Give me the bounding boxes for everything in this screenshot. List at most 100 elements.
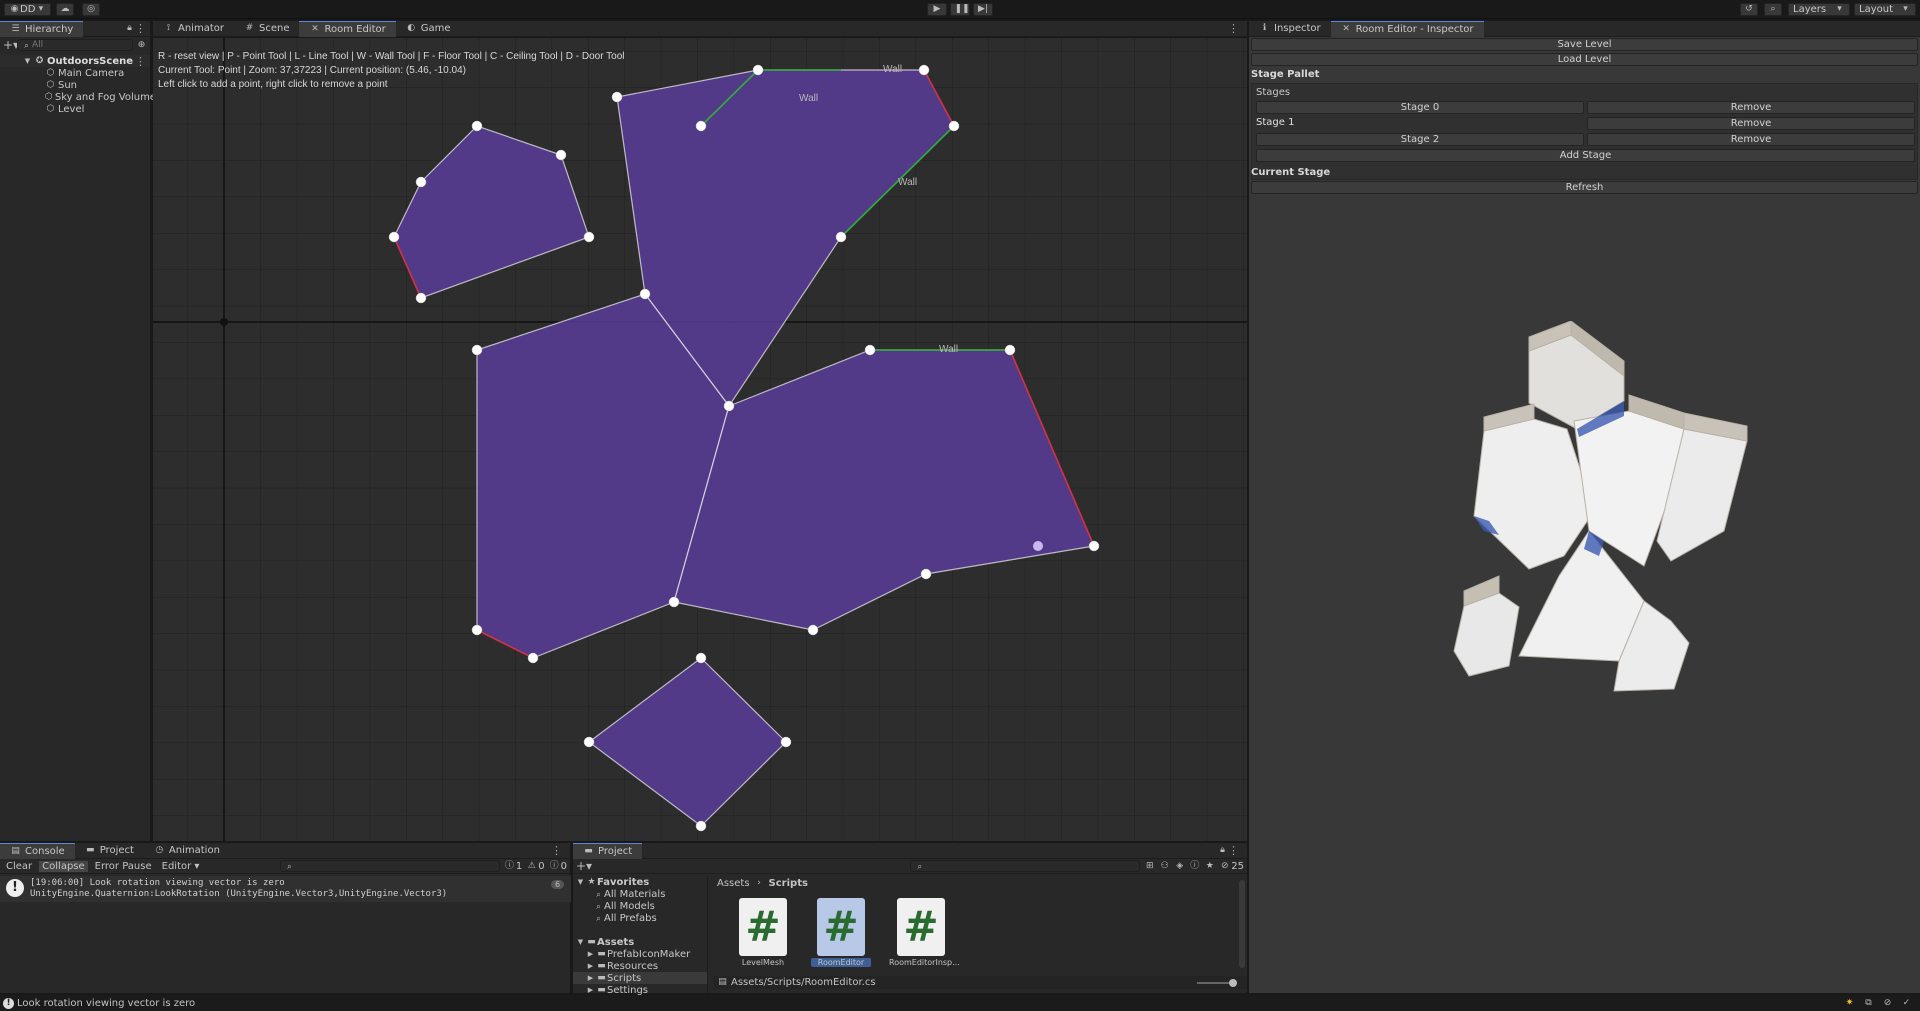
expand-arrow-icon[interactable]: ▶ bbox=[585, 949, 596, 960]
expand-arrow-icon[interactable]: ▶ bbox=[585, 961, 596, 972]
scrollbar[interactable] bbox=[1239, 880, 1245, 968]
account-dropdown[interactable]: ◉ DD ▾ bbox=[4, 3, 52, 16]
breadcrumb-item[interactable]: Assets bbox=[717, 878, 750, 889]
scene-row[interactable]: ▼ ✪ OutdoorsScene ⋮ bbox=[0, 55, 150, 68]
more-options-icon[interactable]: ⋮ bbox=[135, 22, 150, 35]
zoom-slider-handle[interactable] bbox=[1229, 978, 1237, 987]
filter-log-icon[interactable]: ⓘ bbox=[1189, 861, 1200, 872]
pause-button[interactable]: ❚❚ bbox=[950, 3, 970, 16]
hierarchy-item[interactable]: ⬡ Sun bbox=[0, 79, 150, 91]
stage-0-remove-button[interactable]: Remove bbox=[1587, 101, 1915, 114]
editor-dropdown[interactable]: Editor ▾ bbox=[159, 861, 203, 872]
error-pause-button[interactable]: Error Pause bbox=[92, 861, 155, 872]
favorite-item-label: All Prefabs bbox=[604, 912, 657, 924]
expand-arrow-icon[interactable]: ▼ bbox=[22, 56, 33, 67]
collab-button[interactable]: ◎ bbox=[82, 3, 100, 16]
chevron-down-icon: ▾ bbox=[1837, 4, 1842, 14]
collapse-button[interactable]: Collapse bbox=[39, 860, 88, 872]
tab-console[interactable]: ▤ Console bbox=[0, 842, 75, 859]
lock-icon[interactable]: 🔒︎ bbox=[1217, 845, 1228, 856]
warn-count-toggle[interactable]: ⚠ 0 bbox=[526, 861, 545, 872]
tab-inspector[interactable]: ℹ Inspector bbox=[1249, 21, 1331, 37]
step-button[interactable]: ▶| bbox=[973, 3, 993, 16]
favorite-item[interactable]: ⌕ All Prefabs bbox=[573, 912, 707, 924]
hierarchy-item[interactable]: ⬡ Sky and Fog Volume bbox=[0, 91, 156, 103]
stages-label: Stages bbox=[1256, 87, 1291, 98]
asset-file[interactable]: # LevelMesh bbox=[733, 898, 793, 967]
info-count-toggle[interactable]: ⓘ 1 bbox=[504, 861, 522, 872]
add-stage-button[interactable]: Add Stage bbox=[1256, 149, 1915, 162]
favorite-item[interactable]: ⌕ All Materials bbox=[573, 888, 707, 900]
hierarchy-item[interactable]: ⬡ Main Camera bbox=[0, 67, 150, 79]
tab-room-editor[interactable]: ✕ Room Editor bbox=[299, 20, 396, 37]
lock-icon[interactable]: 🔒︎ bbox=[124, 23, 135, 34]
tab-game[interactable]: ◐ Game bbox=[396, 21, 461, 37]
tab-project-main[interactable]: ▬ Project bbox=[573, 842, 643, 859]
play-button[interactable]: ▶ bbox=[927, 3, 947, 16]
filter-type-icon[interactable]: ⚇ bbox=[1159, 861, 1170, 872]
breadcrumb-item[interactable]: Scripts bbox=[769, 878, 808, 889]
hierarchy-item[interactable]: ⬡ Level bbox=[0, 103, 150, 115]
console-log-entry[interactable]: ! [19:06:00] Look rotation viewing vecto… bbox=[0, 876, 571, 902]
layers-dropdown[interactable]: Layers ▾ bbox=[1788, 3, 1850, 16]
filter-label-icon[interactable]: ◈ bbox=[1174, 861, 1185, 872]
expand-arrow-icon[interactable]: ▶ bbox=[585, 985, 596, 996]
room-editor-viewport[interactable]: Wall Wall Wall Wall R - reset view | P -… bbox=[153, 38, 1247, 841]
favorites-row[interactable]: ▼ ★ Favorites bbox=[573, 876, 707, 888]
error-count: 0 bbox=[560, 860, 567, 872]
expand-arrow-icon[interactable]: ▼ bbox=[575, 877, 586, 888]
stage-0-button[interactable]: Stage 0 bbox=[1256, 101, 1584, 114]
level-3d-preview[interactable] bbox=[1409, 321, 1809, 741]
error-count-toggle[interactable]: ⓘ 0 bbox=[549, 861, 567, 872]
more-options-icon[interactable]: ⋮ bbox=[1228, 844, 1247, 857]
tab-animator[interactable]: ⟟ Animator bbox=[153, 21, 234, 37]
more-options-icon[interactable]: ⋮ bbox=[551, 844, 570, 857]
no-debug-icon[interactable]: ⊘ bbox=[1882, 998, 1893, 1009]
more-options-icon[interactable]: ⋮ bbox=[1228, 22, 1247, 35]
vertex-point bbox=[835, 231, 847, 243]
clear-button[interactable]: Clear bbox=[3, 861, 35, 872]
expand-arrow-icon[interactable]: ▶ bbox=[585, 973, 596, 984]
stage-2-remove-button[interactable]: Remove bbox=[1587, 133, 1915, 146]
console-search-field[interactable]: ⌕ bbox=[279, 860, 500, 872]
search-button[interactable]: ⌕ bbox=[1764, 3, 1782, 16]
lighting-icon[interactable]: ✷ bbox=[1844, 998, 1855, 1009]
assets-row[interactable]: ▼ ▬ Assets bbox=[573, 936, 707, 948]
scene-options-icon[interactable]: ⋮ bbox=[135, 55, 150, 68]
add-icon[interactable]: +▾ bbox=[3, 39, 19, 51]
asset-file-selected[interactable]: # RoomEditor bbox=[811, 898, 871, 967]
asset-file[interactable]: # RoomEditorInsp... bbox=[889, 898, 960, 967]
stage-2-button[interactable]: Stage 2 bbox=[1256, 133, 1584, 146]
tab-animation[interactable]: ◷ Animation bbox=[144, 843, 230, 859]
add-icon[interactable]: +▾ bbox=[576, 860, 592, 872]
zoom-slider[interactable] bbox=[1197, 978, 1237, 987]
asset-folder[interactable]: ▶ ▬ PrefabIconMaker bbox=[573, 948, 707, 960]
tab-room-editor-inspector[interactable]: ✕ Room Editor - Inspector bbox=[1330, 20, 1484, 37]
tab-project[interactable]: ▬ Project bbox=[75, 843, 144, 859]
hidden-packages-toggle[interactable]: ⊘ 25 bbox=[1219, 861, 1244, 872]
save-level-button[interactable]: Save Level bbox=[1251, 38, 1918, 51]
cloud-button[interactable]: ☁ bbox=[56, 3, 74, 16]
network-icon[interactable]: ⧉ bbox=[1863, 998, 1874, 1009]
load-level-button[interactable]: Load Level bbox=[1251, 53, 1918, 66]
project-search-field[interactable]: ⌕ bbox=[910, 860, 1141, 872]
tab-scene[interactable]: # Scene bbox=[234, 21, 300, 37]
main-toolbar: ◉ DD ▾ ☁ ◎ ▶ ❚❚ ▶| ↺ ⌕ Layers ▾ Layout ▾ bbox=[0, 0, 1920, 19]
favorite-item[interactable]: ⌕ All Models bbox=[573, 900, 707, 912]
undo-history-button[interactable]: ↺ bbox=[1740, 3, 1758, 16]
favorite-star-icon[interactable]: ★ bbox=[1204, 861, 1215, 872]
stage-1-remove-button[interactable]: Remove bbox=[1587, 117, 1915, 130]
check-icon[interactable]: ✓ bbox=[1901, 998, 1912, 1009]
room-editor-canvas[interactable]: Wall Wall Wall Wall bbox=[153, 38, 1247, 841]
expand-arrow-icon[interactable]: ▼ bbox=[575, 937, 586, 948]
filter-icon[interactable]: ⊕ bbox=[136, 40, 147, 51]
refresh-button[interactable]: Refresh bbox=[1251, 181, 1918, 194]
asset-folder[interactable]: ▶ ▬ Resources bbox=[573, 960, 707, 972]
hierarchy-search-field[interactable]: ⌕ All bbox=[17, 39, 133, 51]
asset-folder-selected[interactable]: ▶ ▬ Scripts bbox=[573, 972, 707, 984]
layout-dropdown[interactable]: Layout ▾ bbox=[1854, 3, 1916, 16]
filter-scene-icon[interactable]: ⊞ bbox=[1144, 861, 1155, 872]
status-message[interactable]: Look rotation viewing vector is zero bbox=[17, 998, 195, 1009]
tab-hierarchy[interactable]: ☰ Hierarchy bbox=[0, 20, 84, 37]
inspector-tabbar: ℹ Inspector ✕ Room Editor - Inspector bbox=[1249, 20, 1920, 37]
